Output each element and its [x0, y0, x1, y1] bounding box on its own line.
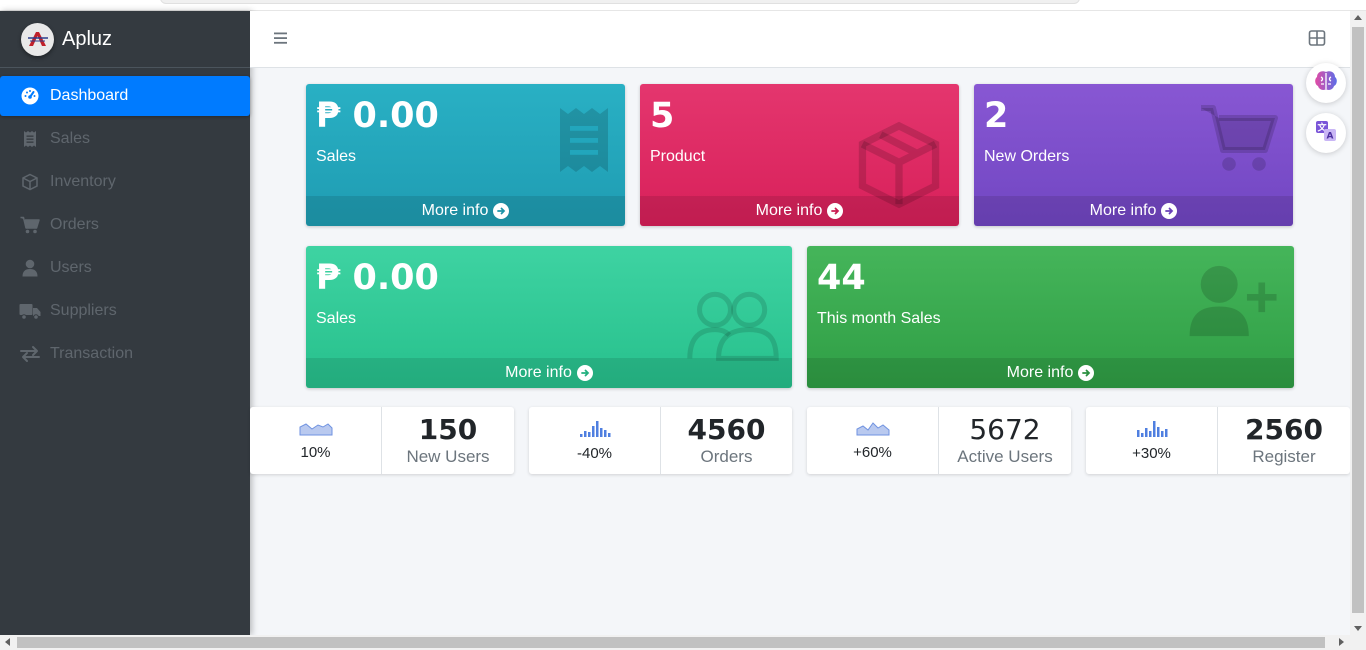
- vertical-scrollbar[interactable]: [1350, 11, 1366, 635]
- scroll-right-arrow-icon[interactable]: [1339, 638, 1344, 646]
- brand-logo: [21, 22, 54, 56]
- month-sales-label: This month Sales: [817, 310, 941, 327]
- sidebar-item-label: Dashboard: [50, 87, 129, 104]
- stat-value: 2560: [1245, 412, 1323, 446]
- sidebar-item-label: Transaction: [50, 345, 133, 362]
- browser-top-strip: [0, 0, 1366, 11]
- brand-name: Apluz: [62, 27, 113, 50]
- cart-icon: [19, 215, 41, 235]
- month-sales-more-info-link[interactable]: More info: [807, 358, 1294, 388]
- tachometer-icon: [19, 86, 41, 106]
- stat-value: 5672: [969, 412, 1041, 446]
- horizontal-scrollbar[interactable]: [0, 635, 1366, 650]
- sidebar-item-orders[interactable]: Orders: [0, 205, 250, 245]
- sidebar-item-label: Orders: [50, 216, 99, 233]
- brand[interactable]: Apluz: [0, 11, 250, 68]
- bar-sparkline-icon: [1135, 420, 1169, 443]
- svg-text:A: A: [1327, 131, 1334, 141]
- scroll-left-arrow-icon[interactable]: [5, 638, 10, 646]
- brain-icon: [1314, 70, 1338, 97]
- area-sparkline-icon: [299, 421, 333, 442]
- scroll-thumb[interactable]: [1352, 27, 1364, 613]
- scroll-down-arrow-icon[interactable]: [1354, 626, 1362, 631]
- stat-card-active-users: +60% 5672 Active Users: [807, 407, 1071, 474]
- sidebar-item-inventory[interactable]: Inventory: [0, 162, 250, 202]
- stat-trend: +60%: [807, 407, 939, 474]
- translate-extension-button[interactable]: 文A: [1306, 113, 1346, 153]
- sales-total-box: ₱ 0.00 Sales More info: [306, 246, 792, 388]
- sales-total-label: Sales: [316, 310, 357, 327]
- exchange-icon: [19, 344, 41, 364]
- sales-total-value: ₱ 0.00: [316, 258, 439, 298]
- arrow-circle-right-icon: [576, 365, 593, 381]
- stat-card-register: +30% 2560 Register: [1086, 407, 1350, 474]
- sidebar-item-label: Users: [50, 259, 92, 276]
- fullscreen-grid-icon[interactable]: [1308, 29, 1326, 47]
- brain-extension-button[interactable]: [1306, 63, 1346, 103]
- user-plus-icon: [1189, 264, 1279, 343]
- sidebar-item-dashboard[interactable]: Dashboard: [0, 76, 250, 116]
- user-icon: [19, 258, 41, 278]
- new-orders-more-info-link[interactable]: More info: [974, 196, 1293, 226]
- stat-trend: -40%: [529, 407, 661, 474]
- sidebar-item-label: Inventory: [50, 173, 116, 190]
- month-sales-value: 44: [817, 258, 866, 298]
- stat-card-new-users: 10% 150 New Users: [250, 407, 514, 474]
- bar-sparkline-icon: [578, 420, 612, 443]
- truck-icon: [19, 301, 41, 321]
- stat-value: 4560: [687, 412, 766, 446]
- sidebar: Apluz Dashboard Sales Inventory Orders U…: [0, 11, 250, 635]
- receipt-icon: [556, 102, 612, 183]
- new-orders-value: 2: [984, 96, 1009, 136]
- sidebar-item-users[interactable]: Users: [0, 248, 250, 288]
- cart-icon: [1198, 102, 1280, 179]
- sales-total-more-info-link[interactable]: More info: [306, 358, 792, 388]
- translate-icon: 文A: [1315, 120, 1337, 147]
- new-orders-summary-box: 2 New Orders More info: [974, 84, 1293, 226]
- users-icon: [686, 290, 780, 367]
- new-orders-label: New Orders: [984, 148, 1070, 165]
- box-icon: [19, 172, 41, 192]
- sidebar-item-sales[interactable]: Sales: [0, 119, 250, 159]
- sidebar-nav: Dashboard Sales Inventory Orders Users S…: [0, 76, 250, 374]
- sales-value: ₱ 0.00: [316, 96, 439, 136]
- arrow-circle-right-icon: [1078, 365, 1095, 381]
- stat-caption: Register: [1252, 446, 1316, 466]
- product-value: 5: [650, 96, 675, 136]
- top-navbar: [250, 11, 1350, 68]
- hamburger-menu-icon[interactable]: [272, 29, 290, 47]
- arrow-circle-right-icon: [493, 203, 510, 219]
- arrow-circle-right-icon: [827, 203, 844, 219]
- sales-summary-box: ₱ 0.00 Sales More info: [306, 84, 625, 226]
- sidebar-item-label: Sales: [50, 130, 91, 147]
- area-sparkline-icon: [856, 421, 890, 442]
- scroll-thumb[interactable]: [17, 637, 1325, 648]
- stat-value: 150: [418, 412, 478, 446]
- product-summary-box: 5 Product More info: [640, 84, 959, 226]
- arrow-circle-right-icon: [1161, 203, 1178, 219]
- sales-more-info-link[interactable]: More info: [306, 196, 625, 226]
- receipt-icon: [19, 129, 41, 149]
- stat-caption: Active Users: [957, 446, 1053, 466]
- product-more-info-link[interactable]: More info: [640, 196, 959, 226]
- stat-caption: Orders: [700, 446, 753, 466]
- stat-caption: New Users: [406, 446, 490, 466]
- stat-trend: 10%: [250, 407, 382, 474]
- address-bar-edge: [160, 0, 1080, 4]
- sidebar-item-suppliers[interactable]: Suppliers: [0, 291, 250, 331]
- sidebar-item-transaction[interactable]: Transaction: [0, 334, 250, 374]
- sales-label: Sales: [316, 148, 357, 165]
- stat-card-orders: -40% 4560 Orders: [529, 407, 792, 474]
- month-sales-box: 44 This month Sales More info: [807, 246, 1294, 388]
- stat-trend: +30%: [1086, 407, 1218, 474]
- sidebar-item-label: Suppliers: [50, 302, 117, 319]
- scroll-up-arrow-icon[interactable]: [1354, 15, 1362, 20]
- product-label: Product: [650, 148, 706, 165]
